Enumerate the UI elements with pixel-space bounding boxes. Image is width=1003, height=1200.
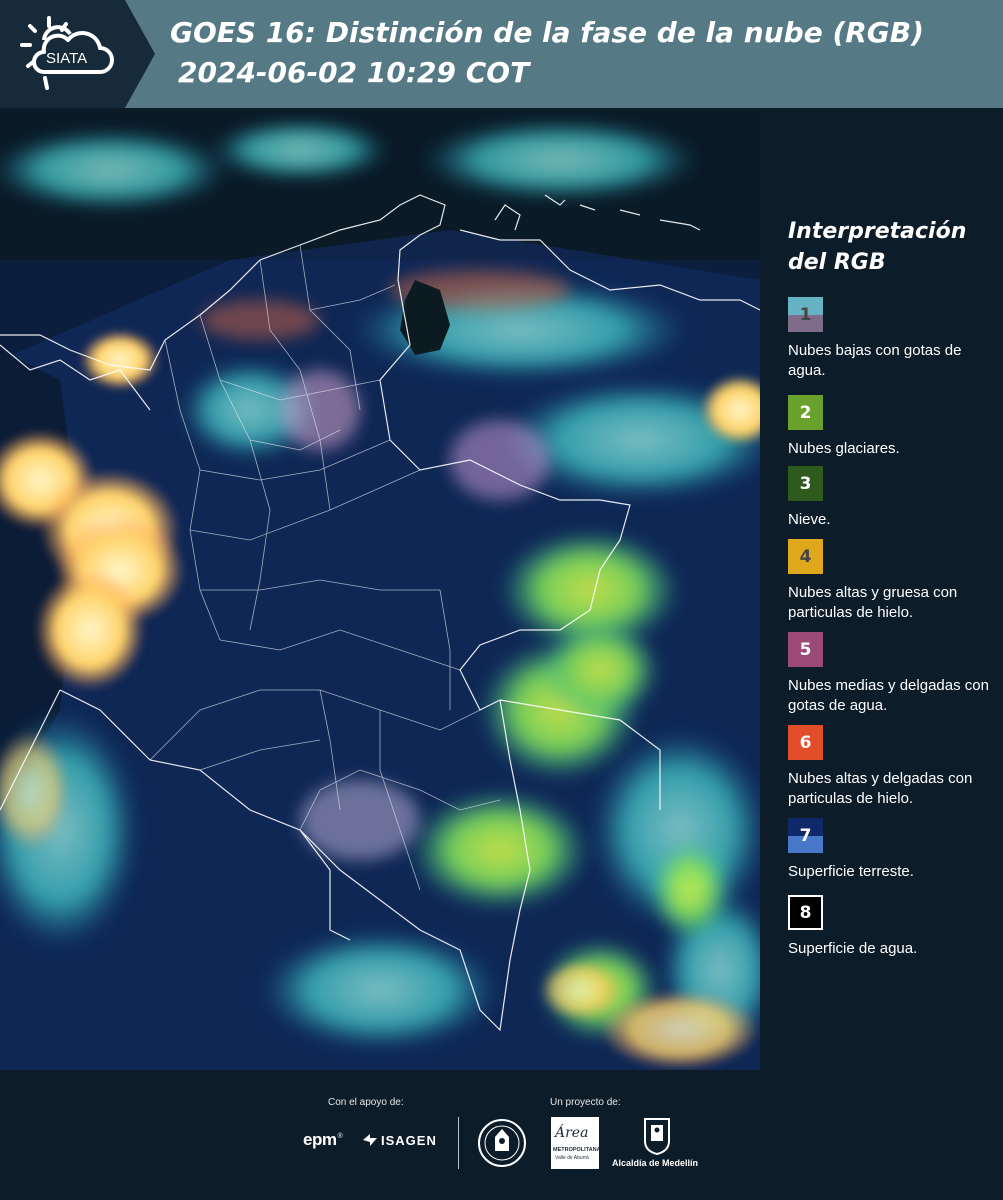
area-logo-text: Área — [555, 1125, 589, 1141]
legend-item-6: 6 Nubes altas y delgadas con particulas d… — [788, 725, 998, 809]
support-label: Con el apoyo de: — [328, 1097, 404, 1108]
legend-item-7: 7 Superficie terreste. — [788, 818, 998, 882]
legend-label: Nubes medias y delgadas con gotas de agu… — [788, 677, 989, 714]
legend-swatch: 7 — [788, 818, 823, 853]
legend-swatch: 4 — [788, 539, 823, 574]
legend-label: Nubes altas y delgadas con particulas de… — [788, 770, 973, 807]
footer: Con el apoyo de: Un proyecto de: epm ® I… — [0, 1070, 1003, 1200]
project-label: Un proyecto de: — [550, 1097, 621, 1108]
area-logo-subtext: METROPOLITANA — [553, 1147, 601, 1153]
legend-item-3: 3 Nieve. — [788, 466, 998, 530]
legend-number: 3 — [799, 473, 812, 494]
legend-title: Interpretación del RGB — [788, 219, 967, 275]
satellite-map — [0, 110, 760, 1070]
legend-label: Nubes altas y gruesa con particulas de h… — [788, 584, 958, 621]
area-metropolitana-logo: Área METROPOLITANA Valle de Aburrá — [551, 1117, 601, 1169]
alcaldia-text: Alcaldía de Medellín — [612, 1158, 699, 1168]
header-bar: SIATA GOES 16: Distinción de la fase de … — [0, 0, 1003, 108]
legend-label: Nubes glaciares. — [788, 440, 900, 457]
epm-logo-text: epm — [303, 1130, 337, 1149]
footer-divider — [458, 1117, 459, 1169]
epm-logo: epm ® — [303, 1130, 343, 1149]
legend-number: 6 — [799, 732, 812, 753]
isagen-logo-text: ISAGEN — [381, 1132, 437, 1148]
page-timestamp: 2024-06-02 10:29 COT — [178, 56, 530, 89]
legend-number: 8 — [799, 902, 812, 923]
legend-number: 7 — [799, 825, 812, 846]
legend-label: Superficie terreste. — [788, 863, 914, 880]
legend-swatch: 5 — [788, 632, 823, 667]
siata-logo: SIATA — [0, 0, 155, 108]
legend-number: 4 — [799, 546, 812, 567]
legend-item-2: 2 Nubes glaciares. — [788, 395, 998, 459]
legend-swatch: 1 — [788, 297, 823, 332]
legend-label: Superficie de agua. — [788, 940, 918, 957]
legend-number: 2 — [799, 402, 812, 423]
isagen-icon — [363, 1134, 377, 1146]
legend-panel: Interpretación del RGB 1 Nubes bajas con … — [760, 110, 1003, 1070]
legend-number: 1 — [799, 304, 812, 325]
medellin-seal-icon — [477, 1117, 527, 1173]
legend-item-4: 4 Nubes altas y gruesa con particulas de … — [788, 539, 998, 623]
alcaldia-shield-icon — [643, 1117, 671, 1159]
area-logo-subtext2: Valle de Aburrá — [555, 1155, 589, 1161]
legend-label: Nubes bajas con gotas de agua. — [788, 342, 962, 379]
logo-text: SIATA — [46, 50, 87, 67]
legend-swatch: 8 — [788, 895, 823, 930]
legend-swatch: 6 — [788, 725, 823, 760]
isagen-logo: ISAGEN — [361, 1132, 437, 1148]
legend-item-5: 5 Nubes medias y delgadas con gotas de ag… — [788, 632, 998, 716]
legend-swatch: 3 — [788, 466, 823, 501]
legend-item-1: 1 Nubes bajas con gotas de agua. — [788, 297, 998, 381]
page-title: GOES 16: Distinción de la fase de la nub… — [170, 16, 924, 49]
legend-number: 5 — [799, 639, 812, 660]
legend-swatch: 2 — [788, 395, 823, 430]
legend-label: Nieve. — [788, 511, 831, 528]
legend-item-8: 8 Superficie de agua. — [788, 895, 998, 959]
